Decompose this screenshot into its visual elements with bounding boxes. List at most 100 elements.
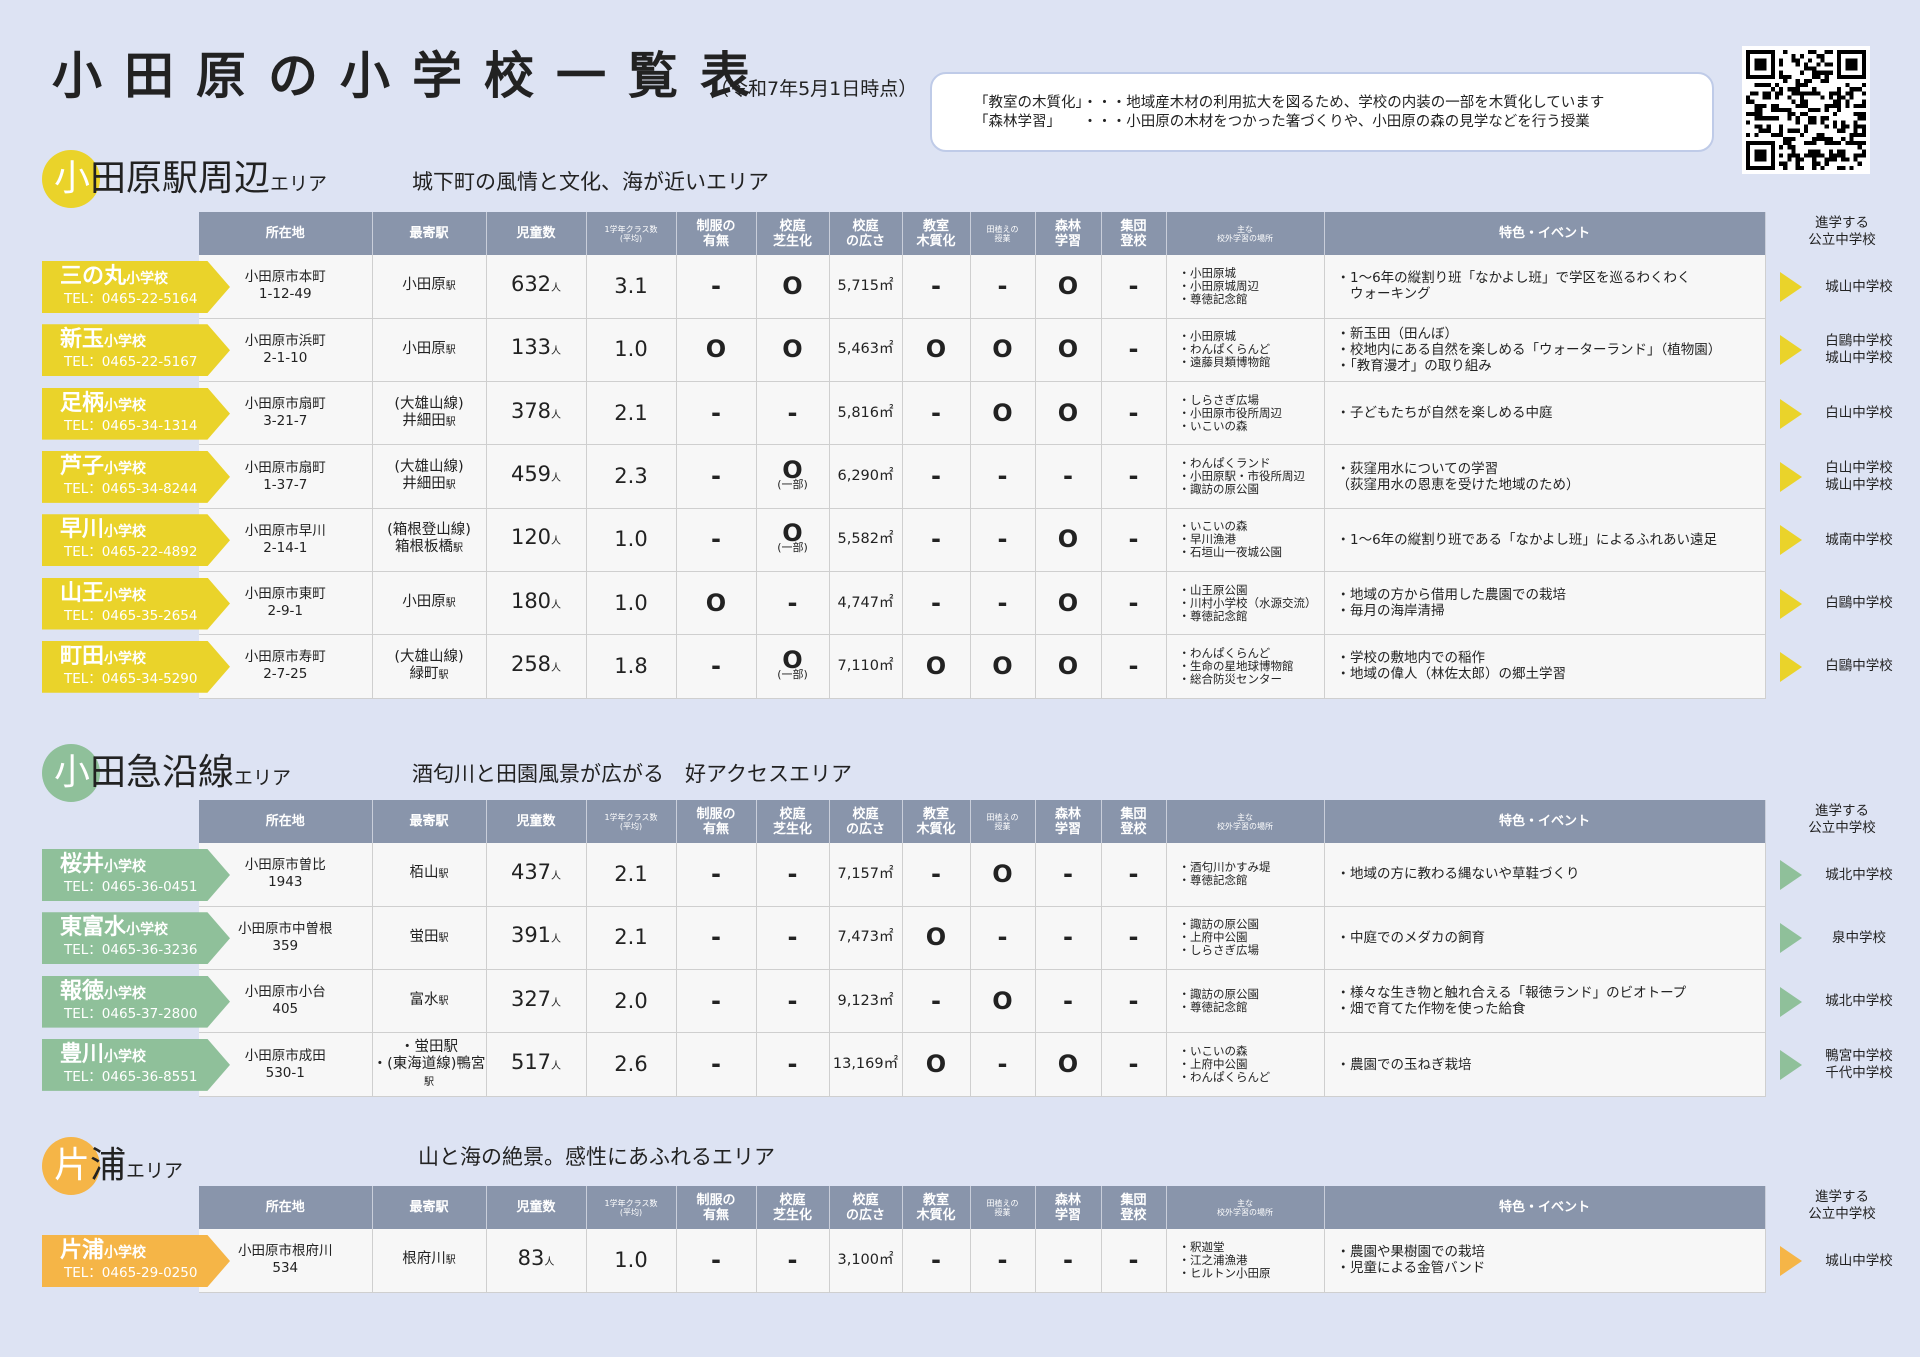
school-name-tag[interactable]: 桜井小学校 TEL：0465-36-0451 <box>42 849 230 901</box>
col-group: 集団 登校 <box>1101 212 1167 255</box>
feature-item: ・地域の方に教わる縄ないや草鞋づくり <box>1336 866 1580 883</box>
middle-school-name: 白山中学校 <box>1825 405 1893 422</box>
station-name: 緑町 <box>409 665 439 682</box>
features-cell: ・1～6年の縦割り班「なかよし班」で学区を巡るわくわく ウォーキング <box>1324 255 1766 319</box>
address-line1: 小田原市成田 <box>244 1047 326 1064</box>
rice-cell-value: - <box>997 588 1008 617</box>
schoolyard-size-cell: 5,715㎡ <box>829 255 903 319</box>
middle-school-name: 城北中学校 <box>1825 866 1893 883</box>
station-suffix: 駅 <box>438 996 449 1008</box>
station-name: 栢山 <box>409 865 439 882</box>
lawn-cell: O <box>756 255 830 319</box>
school-name-tag[interactable]: 東富水小学校 TEL：0465-36-3236 <box>42 912 230 965</box>
ms-head-2: 公立中学校 <box>1808 232 1876 248</box>
arrow-right-icon <box>1780 335 1802 366</box>
station-name: 小田原 <box>402 277 446 294</box>
school-kind: 小学校 <box>126 271 169 287</box>
lawn-cell: O <box>756 318 830 383</box>
col-wood-2: 木質化 <box>916 233 956 249</box>
middle-school-entry: 白鷗中学校 城山中学校 <box>1780 324 1910 376</box>
qr-code[interactable] <box>1742 46 1870 174</box>
table-row: 小田原市本町 1-12-49 小田原駅 632人 3.1 - O 5,715㎡ -… <box>199 255 1766 319</box>
school-kind: 小学校 <box>104 985 147 1002</box>
middle-school-entry: 白山中学校 城山中学校 <box>1780 451 1910 503</box>
rice-cell-value: O <box>992 986 1013 1015</box>
school-name-tag[interactable]: 三の丸小学校 TEL：0465-22-5164 <box>42 261 230 313</box>
group-cell-value: - <box>1128 923 1139 952</box>
wood-cell-value: - <box>931 1245 941 1274</box>
school-kind: 小学校 <box>104 524 147 541</box>
places-cell: ・わんぱくらんど ・生命の星地球博物館 ・総合防災センター <box>1166 634 1325 699</box>
place-item: ・石垣山一夜城公園 <box>1178 545 1283 560</box>
place-item: ・総合防災センター <box>1178 671 1283 686</box>
lawn-cell: - <box>756 843 830 907</box>
school-name-tag[interactable]: 豊川小学校 TEL：0465-36-8551 <box>42 1038 230 1091</box>
wood-cell: - <box>902 1229 971 1293</box>
school-name-tag[interactable]: 山王小学校 TEL：0465-35-2654 <box>42 577 230 630</box>
school-name-tag[interactable]: 町田小学校 TEL：0465-34-5290 <box>42 640 230 693</box>
school-table: 所在地 最寄駅 児童数 1学年クラス数 (平均) 制服の 有無 校庭 芝生化 校庭 の広… <box>199 1186 1766 1293</box>
place-item: ・生命の星地球博物館 <box>1178 658 1294 673</box>
uniform-cell-value: - <box>711 923 721 952</box>
col-places-2: 校外学習の場所 <box>1217 1207 1273 1217</box>
school-name: 山王 <box>60 580 105 606</box>
school-name-tag[interactable]: 報徳小学校 TEL：0465-37-2800 <box>42 975 230 1028</box>
pupils-cell: 133人 <box>486 318 587 383</box>
feature-item: ・地域の偉人（林佐太郎）の郷土学習 <box>1336 666 1567 683</box>
arrow-right-icon <box>1780 860 1802 890</box>
feature-item: ウォーキング <box>1336 286 1431 303</box>
col-station: 最寄駅 <box>372 212 487 255</box>
feature-item: ・農園や果樹園での栽培 <box>1336 1244 1486 1261</box>
pupils-value: 459 <box>510 462 552 487</box>
school-name-tag[interactable]: 芦子小学校 TEL：0465-34-8244 <box>42 450 230 503</box>
feature-item: ・1～6年の縦割り班である「なかよし班」によるふれあい遠足 <box>1336 531 1717 548</box>
address-line2: 359 <box>272 937 299 954</box>
table-row: 小田原市扇町 1-37-7 (大雄山線) 井細田駅 459人 2.3 - O (一部)… <box>199 444 1766 509</box>
station-cell: (大雄山線) 緑町駅 <box>372 634 487 699</box>
address-line2: 2-14-1 <box>263 539 308 556</box>
schoolyard-size-cell: 5,463㎡ <box>829 318 903 383</box>
area-name-first: 小 <box>54 752 91 793</box>
school-name-tag[interactable]: 足柄小学校 TEL：0465-34-1314 <box>42 387 230 440</box>
place-item: ・山王原公園 <box>1178 582 1248 597</box>
lawn-cell-value: - <box>787 859 798 888</box>
col-wood-1: 教室 <box>922 218 949 234</box>
station-suffix: 駅 <box>445 598 456 610</box>
station-line: (大雄山線) <box>394 395 464 412</box>
uniform-cell: - <box>676 1032 757 1097</box>
places-cell: ・山王原公園 ・川村小学校（水源交流） ・尊徳記念館 <box>1166 571 1325 636</box>
forest-cell-value: - <box>1063 1245 1073 1274</box>
lawn-note: (一部) <box>777 478 808 492</box>
col-places-1: 主な <box>1237 1198 1253 1208</box>
pupils-value: 180 <box>510 588 552 613</box>
col-size-2: の広さ <box>845 233 885 249</box>
col-classes-sub: (平均) <box>619 821 643 831</box>
address-line2: 1943 <box>268 874 303 891</box>
pupils-cell: 459人 <box>486 444 587 509</box>
school-name-tag[interactable]: 新玉小学校 TEL：0465-22-5167 <box>42 324 230 377</box>
school-name-tag[interactable]: 片浦小学校 TEL：0465-29-0250 <box>42 1235 230 1287</box>
col-group-1: 集団 <box>1120 806 1147 822</box>
rice-cell: O <box>970 381 1036 446</box>
station-cell: (大雄山線) 井細田駅 <box>372 444 487 509</box>
address-line2: 2-1-10 <box>263 349 308 366</box>
forest-cell-value: - <box>1063 986 1073 1015</box>
classes-cell: 2.1 <box>586 906 677 971</box>
school-tel: TEL：0465-22-4892 <box>64 544 198 561</box>
school-name-tag[interactable]: 早川小学校 TEL：0465-22-4892 <box>42 514 230 567</box>
station-suffix: 駅 <box>445 416 456 428</box>
station-cell: ・蛍田駅 ・(東海道線)鴨宮駅 <box>372 1032 487 1097</box>
classes-cell: 1.0 <box>586 318 677 383</box>
school-tel: TEL：0465-37-2800 <box>64 1005 198 1022</box>
arrow-right-icon <box>1780 1049 1802 1080</box>
middle-school-name: 白鷗中学校 <box>1825 595 1893 611</box>
address-line2: 405 <box>272 1001 299 1018</box>
uniform-cell: O <box>676 571 757 636</box>
station-cell: (箱根登山線) 箱根板橋駅 <box>372 508 487 572</box>
as-of-date: （令和7年5月1日時点） <box>710 78 918 100</box>
col-pupils: 児童数 <box>486 800 587 843</box>
school-kind: 小学校 <box>104 397 147 414</box>
features-cell: ・荻窪用水についての学習 （荻窪用水の恩恵を受けた地域のため） <box>1324 444 1766 509</box>
features-cell: ・新玉田（田んぼ） ・校地内にある自然を楽しめる「ウォーターランド」（植物園） ・「… <box>1324 318 1766 383</box>
forest-cell: - <box>1035 1229 1102 1293</box>
